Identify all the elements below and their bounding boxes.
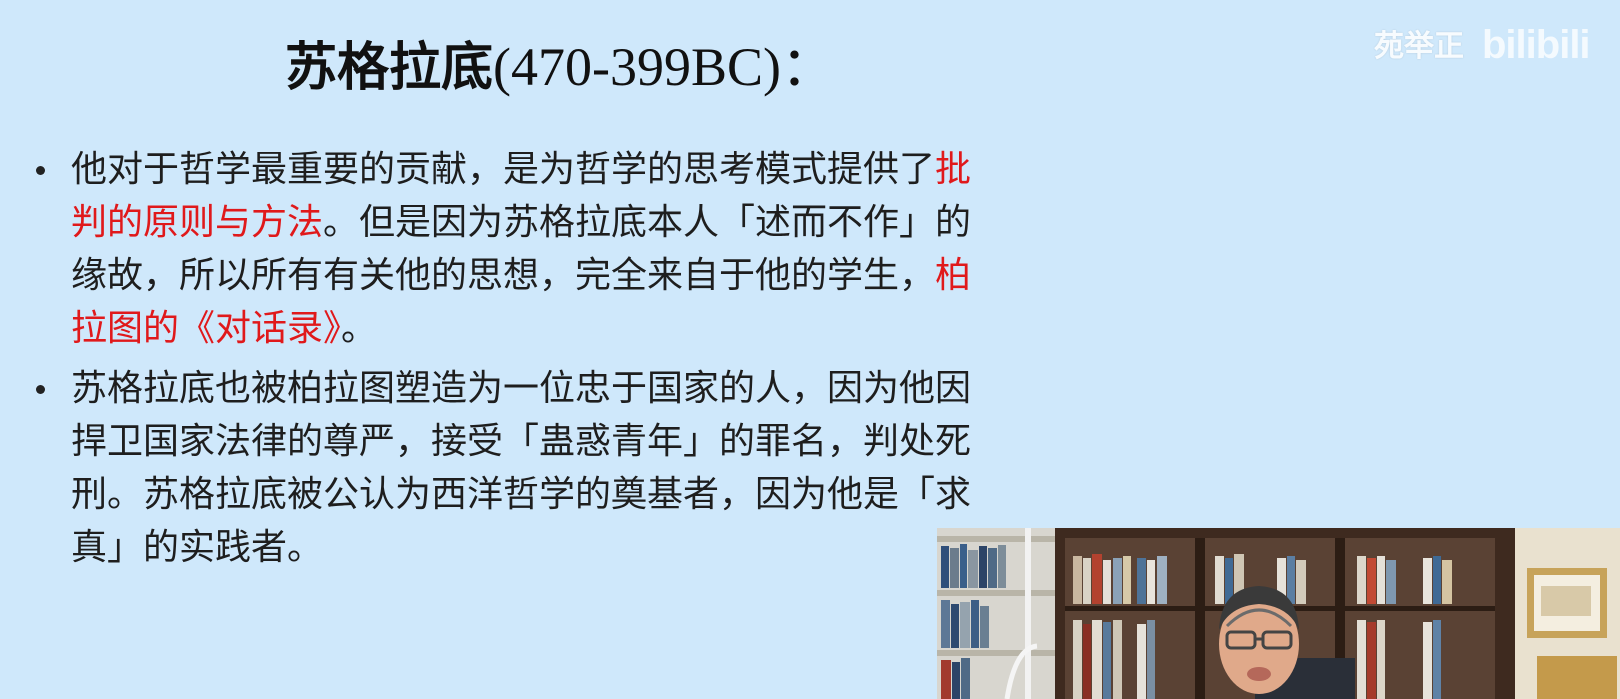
svg-text:bilibili: bilibili [1482, 23, 1590, 66]
body-text: 他对于哲学最重要的贡献，是为哲学的思考模式提供了 [71, 149, 936, 190]
body-text: 。但是因为苏格拉底本人「述而不作」的 [323, 202, 972, 243]
highlighted-text: 柏 [935, 255, 972, 296]
bullet-1-text: 他对于哲学最重要的贡献，是为哲学的思考模式提供了批 判的原则与方法。但是因为苏格拉… [36, 143, 1081, 355]
slide-title: 苏格拉底(470-399BC)： [285, 32, 835, 103]
bullet-dot [36, 166, 45, 175]
body-text: 苏格拉底也被柏拉图塑造为一位忠于国家的人，因为他因 [71, 368, 972, 409]
bullet-line: 捍卫国家法律的尊严，接受「蛊惑青年」的罪名，判处死 [71, 415, 1081, 468]
bullet-2: 苏格拉底也被柏拉图塑造为一位忠于国家的人，因为他因 捍卫国家法律的尊严，接受「蛊惑… [36, 362, 1081, 574]
bullet-line: 缘故，所以所有有关他的思想，完全来自于他的学生，柏 [71, 249, 1081, 302]
webcam-scene [937, 528, 1620, 699]
watermark: 苑举正 bilibili [1374, 20, 1606, 66]
bullet-line: 苏格拉底也被柏拉图塑造为一位忠于国家的人，因为他因 [71, 362, 1081, 415]
bullet-line: 他对于哲学最重要的贡献，是为哲学的思考模式提供了批 [71, 143, 1081, 196]
bullet-line: 真」的实践者。 [71, 521, 1081, 574]
body-text: 。 [341, 308, 378, 349]
bilibili-logo-icon: bilibili [1482, 23, 1591, 66]
bullet-dot [36, 385, 45, 394]
webcam-video [937, 528, 1620, 699]
title-years: (470-399BC)： [493, 37, 835, 97]
bullet-line: 判的原则与方法。但是因为苏格拉底本人「述而不作」的 [71, 196, 1081, 249]
highlighted-text: 批 [935, 149, 972, 190]
highlighted-text: 拉图的《对话录》 [71, 308, 342, 349]
watermark-author: 苑举正 [1374, 29, 1464, 64]
slide: 苏格拉底(470-399BC)： 他对于哲学最重要的贡献，是为哲学的思考模式提供… [0, 0, 1620, 699]
body-text: 缘故，所以所有有关他的思想，完全来自于他的学生， [71, 255, 936, 296]
title-name: 苏格拉底 [285, 38, 494, 98]
body-text: 捍卫国家法律的尊严，接受「蛊惑青年」的罪名，判处死 [71, 421, 972, 462]
bullet-1: 他对于哲学最重要的贡献，是为哲学的思考模式提供了批 判的原则与方法。但是因为苏格拉… [36, 143, 1081, 355]
bullet-line: 拉图的《对话录》。 [71, 302, 1081, 355]
body-text: 真」的实践者。 [71, 527, 324, 568]
bullet-2-text: 苏格拉底也被柏拉图塑造为一位忠于国家的人，因为他因 捍卫国家法律的尊严，接受「蛊惑… [36, 362, 1081, 574]
body-text: 刑。苏格拉底被公认为西洋哲学的奠基者，因为他是「求 [71, 474, 972, 515]
highlighted-text: 判的原则与方法 [71, 202, 324, 243]
bullet-line: 刑。苏格拉底被公认为西洋哲学的奠基者，因为他是「求 [71, 468, 1081, 521]
